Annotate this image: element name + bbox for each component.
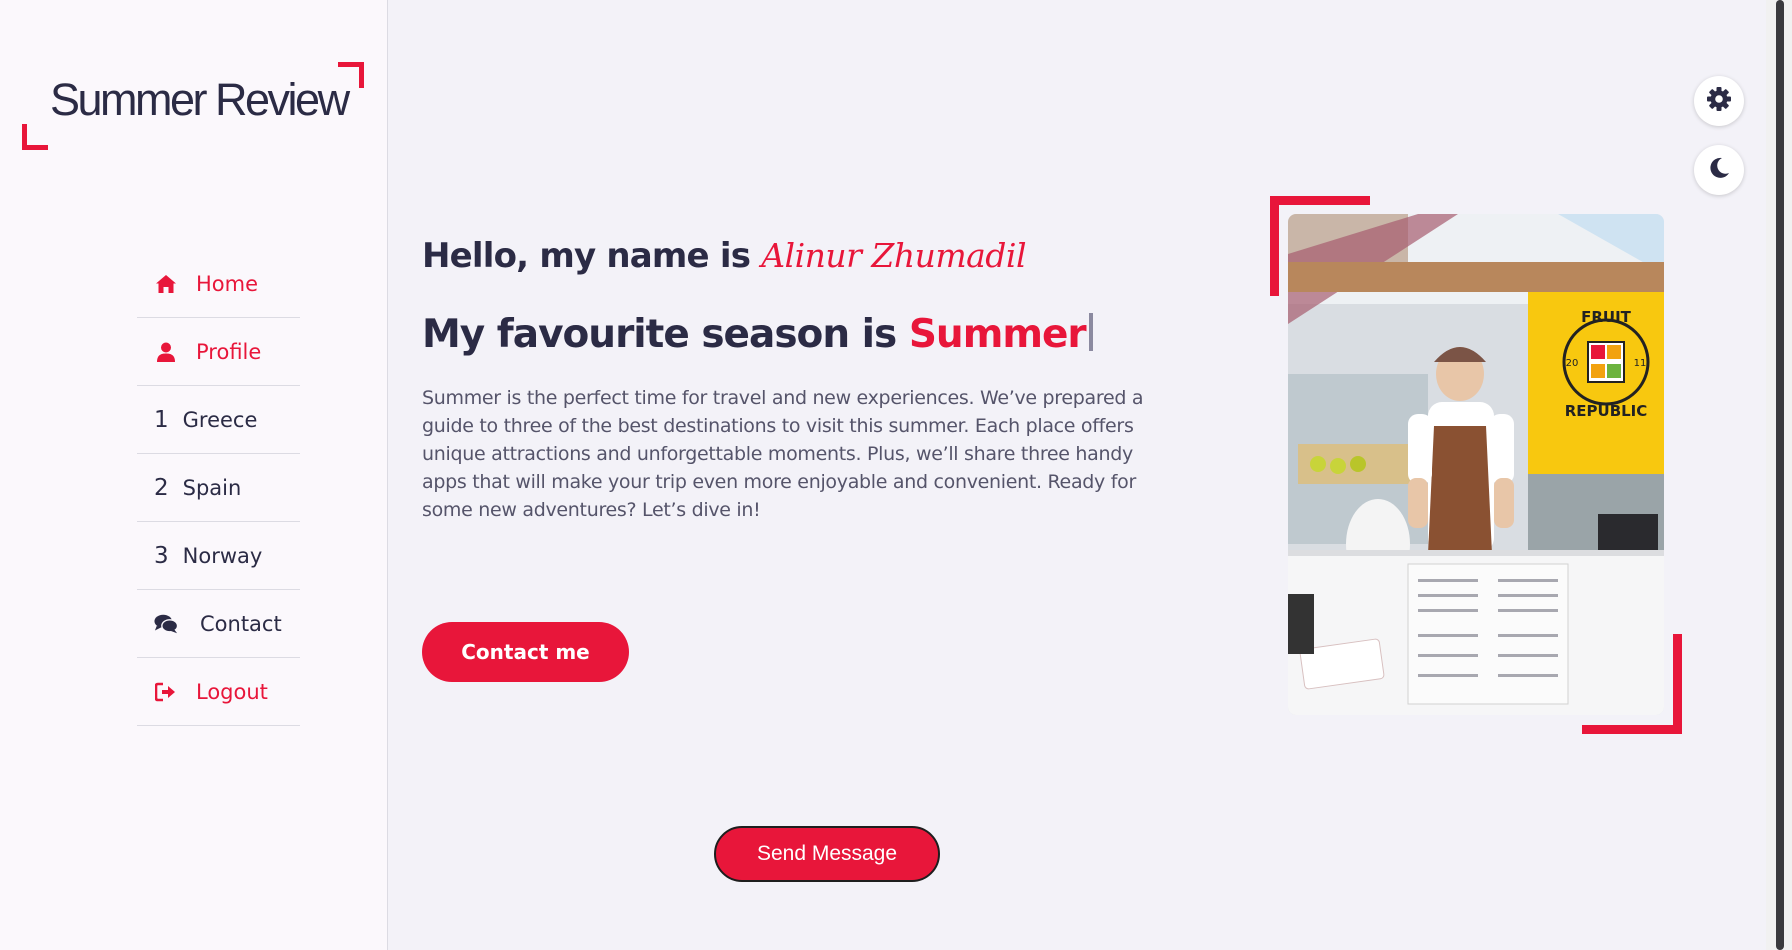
contact-me-button[interactable]: Contact me [422,622,629,682]
svg-text:20: 20 [1566,358,1579,369]
season-prefix: My favourite season is [422,312,897,357]
sidebar-nav: Home Profile 1 Greece 2 Spain 3 Norway C… [137,250,300,726]
nav-item-profile[interactable]: Profile [137,318,300,386]
nav-item-number: 1 [154,406,169,433]
gear-icon [1706,86,1732,116]
season-word: Summer [908,312,1087,357]
logo[interactable]: Summer Review [22,62,364,150]
nav-item-number: 3 [154,542,169,569]
nav-item-label: Profile [196,339,262,364]
author-name: Alinur Zhumadil [761,236,1027,275]
logo-corner-bottom-left [22,124,48,150]
moon-icon [1707,156,1731,184]
scrollbar-thumb[interactable] [1776,0,1784,950]
photo-frame-corner-bottom-right [1582,634,1682,734]
nav-item-label: Greece [182,407,258,432]
typing-cursor [1088,313,1093,351]
svg-text:11: 11 [1634,358,1647,369]
theme-toggle-button[interactable] [1694,145,1744,195]
greeting-heading: Hello, my name is Alinur Zhumadil [422,236,1027,276]
nav-item-home[interactable]: Home [137,250,300,318]
nav-item-norway[interactable]: 3 Norway [137,522,300,590]
svg-text:REPUBLIC: REPUBLIC [1565,402,1648,420]
intro-paragraph: Summer is the perfect time for travel an… [422,387,1144,521]
nav-item-label: Spain [182,475,242,500]
logout-icon [154,680,178,704]
nav-item-contact[interactable]: Contact [137,590,300,658]
nav-item-label: Home [196,271,259,296]
home-icon [154,272,178,296]
nav-item-spain[interactable]: 2 Spain [137,454,300,522]
nav-item-label: Norway [182,543,263,568]
svg-text:FRUIT: FRUIT [1581,308,1632,326]
greeting-text: Hello, my name is [422,236,751,276]
settings-button[interactable] [1694,76,1744,126]
sidebar: Summer Review Home Profile 1 Greece 2 Sp… [0,0,388,950]
nav-item-number: 2 [154,474,169,501]
nav-item-logout[interactable]: Logout [137,658,300,726]
nav-item-label: Contact [200,611,282,636]
send-message-button[interactable]: Send Message [714,826,940,882]
comments-icon [154,612,178,636]
logo-text: Summer Review [50,74,350,125]
nav-item-label: Logout [196,679,268,704]
season-heading: My favourite season is Summer [422,312,1093,357]
user-icon [154,340,178,364]
nav-item-greece[interactable]: 1 Greece [137,386,300,454]
